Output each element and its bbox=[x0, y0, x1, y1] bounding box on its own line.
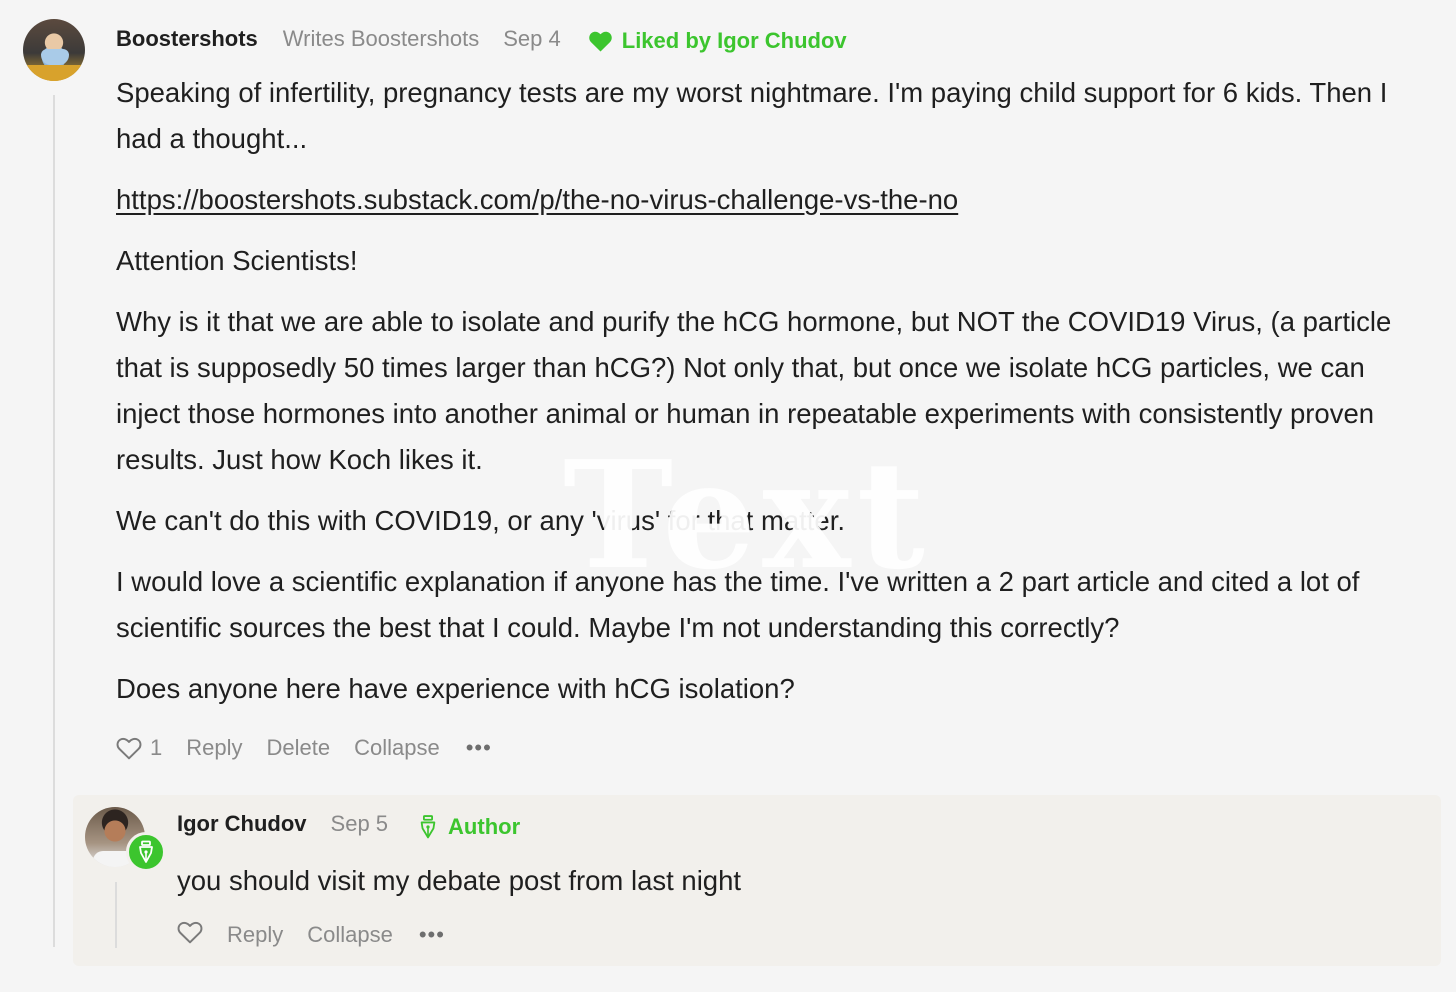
comment-paragraph: Why is it that we are able to isolate an… bbox=[116, 306, 1392, 475]
reply-meta: Igor Chudov Sep 5 Author bbox=[177, 809, 520, 839]
reply-actions: Reply Collapse ••• bbox=[177, 920, 445, 950]
reply-collapse-button[interactable]: Collapse bbox=[307, 922, 393, 948]
delete-button[interactable]: Delete bbox=[267, 735, 331, 761]
author-tag: Author bbox=[418, 814, 520, 840]
comment-paragraph: Speaking of infertility, pregnancy tests… bbox=[116, 77, 1388, 154]
comment-body: Speaking of infertility, pregnancy tests… bbox=[116, 70, 1426, 727]
ellipsis-icon[interactable]: ••• bbox=[419, 922, 445, 948]
liked-by-badge: Liked by Igor Chudov bbox=[588, 28, 847, 54]
avatar[interactable] bbox=[23, 19, 85, 81]
like-button[interactable]: 1 bbox=[116, 735, 162, 761]
filled-heart-icon bbox=[588, 31, 612, 52]
comment-paragraph: We can't do this with COVID19, or any 'v… bbox=[116, 505, 846, 536]
author-subtitle[interactable]: Writes Boostershots bbox=[283, 26, 479, 52]
liked-by-label: Liked by Igor Chudov bbox=[621, 28, 847, 53]
author-badge bbox=[126, 832, 166, 872]
pen-nib-icon bbox=[420, 815, 436, 839]
author-tag-label: Author bbox=[448, 814, 521, 839]
ellipsis-icon[interactable]: ••• bbox=[466, 735, 492, 761]
heart-icon bbox=[116, 737, 142, 760]
reply-author-name[interactable]: Igor Chudov bbox=[177, 811, 307, 837]
reply-body: you should visit my debate post from las… bbox=[177, 865, 742, 896]
reply-card: Igor Chudov Sep 5 Author you should visi… bbox=[73, 795, 1441, 966]
reply-reply-button[interactable]: Reply bbox=[227, 922, 283, 948]
author-name[interactable]: Boostershots bbox=[116, 26, 258, 52]
avatar-shirt bbox=[23, 65, 85, 81]
collapse-button[interactable]: Collapse bbox=[354, 735, 440, 761]
pen-nib-icon bbox=[139, 840, 153, 863]
thread-line[interactable] bbox=[53, 95, 55, 947]
comment-paragraph-link-wrap: https://boostershots.substack.com/p/the-… bbox=[116, 177, 1426, 223]
comment-date[interactable]: Sep 4 bbox=[503, 26, 561, 52]
comment-paragraph: Does anyone here have experience with hC… bbox=[116, 673, 795, 704]
article-link[interactable]: https://boostershots.substack.com/p/the-… bbox=[116, 184, 958, 215]
comment-actions: 1 Reply Delete Collapse ••• bbox=[116, 733, 492, 763]
reply-like-button[interactable] bbox=[177, 920, 203, 950]
comment-meta: Boostershots Writes Boostershots Sep 4 L… bbox=[116, 24, 847, 54]
comment-thread: Boostershots Writes Boostershots Sep 4 L… bbox=[0, 0, 1456, 992]
reply-button[interactable]: Reply bbox=[186, 735, 242, 761]
avatar-mask bbox=[41, 49, 69, 65]
reply-date[interactable]: Sep 5 bbox=[331, 811, 389, 837]
heart-icon bbox=[177, 921, 203, 944]
reply-thread-line[interactable] bbox=[115, 882, 117, 948]
comment-paragraph: I would love a scientific explanation if… bbox=[116, 566, 1360, 643]
like-count: 1 bbox=[150, 735, 163, 760]
comment-paragraph: Attention Scientists! bbox=[116, 245, 358, 276]
